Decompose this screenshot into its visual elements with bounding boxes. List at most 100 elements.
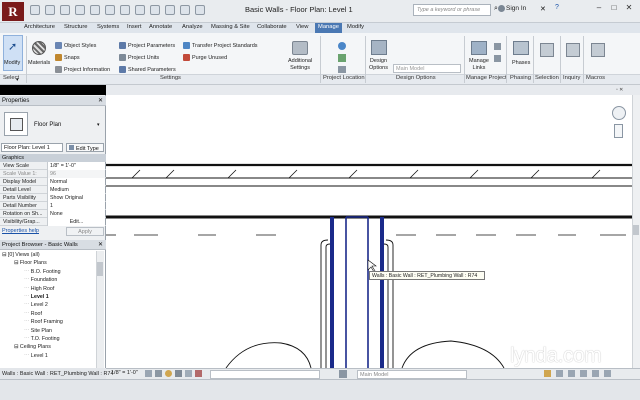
save-icon[interactable] xyxy=(45,5,55,15)
close-icon[interactable]: ✕ xyxy=(98,241,103,248)
sun-path-icon[interactable] xyxy=(165,370,172,377)
selection-icon[interactable] xyxy=(540,43,554,57)
purge-unused-button[interactable]: Purge Unused xyxy=(183,54,227,61)
design-options-button[interactable]: Design Options xyxy=(369,58,388,72)
tab-structure[interactable]: Structure xyxy=(64,24,88,30)
property-value[interactable]: 1/8" = 1'-0" xyxy=(47,162,105,170)
select-pinned-icon[interactable] xyxy=(568,370,575,377)
drag-elements-icon[interactable] xyxy=(592,370,599,377)
edit-type-button[interactable]: Edit Type xyxy=(66,143,104,152)
section-icon[interactable] xyxy=(165,5,175,15)
project-units-button[interactable]: Project Units xyxy=(119,54,159,61)
object-styles-button[interactable]: Object Styles xyxy=(55,42,96,49)
project-parameters-button[interactable]: Project Parameters xyxy=(119,42,175,49)
tag-icon[interactable] xyxy=(135,5,145,15)
materials-button[interactable]: Materials xyxy=(28,60,50,66)
tab-systems[interactable]: Systems xyxy=(97,24,119,30)
property-row[interactable]: Detail Number 1 xyxy=(0,202,106,210)
property-row[interactable]: Visibility/Grap... Edit... xyxy=(0,218,106,226)
thin-lines-icon[interactable] xyxy=(180,5,190,15)
search-input[interactable]: Type a keyword or phrase xyxy=(413,4,491,16)
position-icon[interactable] xyxy=(338,66,346,73)
dimension-icon[interactable] xyxy=(120,5,130,15)
browser-item[interactable]: ⋯ Site Plan xyxy=(24,328,52,334)
property-value[interactable]: None xyxy=(47,210,105,218)
crop-view-icon[interactable] xyxy=(185,370,192,377)
inquiry-icon[interactable] xyxy=(566,43,580,57)
restore-view-icon[interactable]: ▫ ✕ xyxy=(616,87,623,93)
type-selector[interactable]: Floor Plan: Level 1 xyxy=(1,143,63,152)
manage-images-icon[interactable] xyxy=(494,43,501,50)
editable-only-icon[interactable] xyxy=(339,370,347,378)
property-row[interactable]: Display Model Normal xyxy=(0,178,106,186)
maximize-icon[interactable]: □ xyxy=(609,3,619,13)
chevron-down-icon[interactable]: ▾ xyxy=(16,77,19,83)
browser-item[interactable]: ⋯ B.O. Footing xyxy=(24,269,61,275)
tab-manage[interactable]: Manage xyxy=(318,24,339,30)
active-workset-dropdown[interactable] xyxy=(210,370,320,379)
property-row[interactable]: Parts Visibility Show Original xyxy=(0,194,106,202)
coordinates-icon[interactable] xyxy=(338,54,346,62)
chevron-down-icon[interactable]: ▾ xyxy=(97,122,100,128)
help-icon[interactable]: ? xyxy=(555,4,559,11)
select-underlay-icon[interactable] xyxy=(556,370,563,377)
tab-annotate[interactable]: Annotate xyxy=(149,24,172,30)
browser-item[interactable]: ⋯ Roof Framing xyxy=(24,319,63,325)
browser-item[interactable]: ⋯ Roof xyxy=(24,311,42,317)
browser-scroll-thumb[interactable] xyxy=(97,262,103,276)
viewcube-icon[interactable] xyxy=(612,106,626,120)
shadows-icon[interactable] xyxy=(175,370,182,377)
select-links-icon[interactable] xyxy=(544,370,551,377)
measure-icon[interactable] xyxy=(105,5,115,15)
browser-item[interactable]: ⋯ Level 2 xyxy=(24,302,48,308)
close-icon[interactable]: ✕ xyxy=(624,3,634,13)
browser-item[interactable]: ⋯ T.O. Footing xyxy=(24,336,60,342)
property-row[interactable]: Scale Value 1: 96 xyxy=(0,170,106,178)
project-information-button[interactable]: Project Information xyxy=(55,66,110,73)
property-row[interactable]: View Scale 1/8" = 1'-0" xyxy=(0,162,106,170)
tab-view[interactable]: View xyxy=(296,24,308,30)
apply-button[interactable]: Apply xyxy=(66,227,104,236)
manage-links-button[interactable]: Manage Links xyxy=(469,58,489,72)
property-value[interactable]: Show Original xyxy=(47,194,105,202)
view-scale-selector[interactable]: 1/8" = 1'-0" xyxy=(111,370,138,376)
location-icon[interactable] xyxy=(338,42,346,50)
browser-item[interactable]: ⋯ Foundation xyxy=(24,277,57,283)
transfer-project-standards-button[interactable]: Transfer Project Standards xyxy=(183,42,258,49)
graphics-group-header[interactable]: Graphics xyxy=(0,154,106,162)
filter-icon[interactable] xyxy=(604,370,611,377)
detail-level-icon[interactable] xyxy=(145,370,152,377)
tab-insert[interactable]: Insert xyxy=(127,24,142,30)
redo-icon[interactable] xyxy=(75,5,85,15)
phases-button[interactable]: Phases xyxy=(512,60,530,66)
browser-item[interactable]: ⋯ High Roof xyxy=(24,286,54,292)
browser-item[interactable]: ⊟ Ceiling Plans xyxy=(14,344,51,350)
design-option-dropdown[interactable]: Main Model xyxy=(393,64,461,73)
browser-item[interactable]: ⊟ Floor Plans xyxy=(14,260,47,266)
additional-settings-button[interactable]: Additional Settings xyxy=(288,58,312,72)
visual-style-icon[interactable] xyxy=(155,370,162,377)
print-icon[interactable] xyxy=(90,5,100,15)
browser-item[interactable]: ⊟ [0] Views (all) xyxy=(2,252,40,258)
property-value[interactable]: Normal xyxy=(47,178,105,186)
tab-collaborate[interactable]: Collaborate xyxy=(257,24,287,30)
3d-view-icon[interactable] xyxy=(150,5,160,15)
close-hidden-icon[interactable] xyxy=(195,5,205,15)
tab-architecture[interactable]: Architecture xyxy=(24,24,55,30)
tab-modify[interactable]: Modify xyxy=(347,24,364,30)
properties-help-link[interactable]: Properties help xyxy=(2,228,39,234)
close-icon[interactable]: ✕ xyxy=(98,97,103,104)
app-menu-button[interactable]: R xyxy=(2,2,24,21)
shared-parameters-button[interactable]: Shared Parameters xyxy=(119,66,176,73)
property-value[interactable]: 1 xyxy=(47,202,105,210)
browser-item[interactable]: ⋯ Level 1 xyxy=(24,353,48,359)
drawing-canvas[interactable] xyxy=(106,95,632,369)
property-row[interactable]: Rotation on Sh... None xyxy=(0,210,106,218)
minimize-icon[interactable]: – xyxy=(594,3,604,13)
edit-visibility-button[interactable]: Edit... xyxy=(47,218,105,226)
hide-isolate-icon[interactable] xyxy=(195,370,202,377)
zoom-icon[interactable] xyxy=(614,124,623,138)
starting-view-icon[interactable] xyxy=(494,55,501,62)
undo-icon[interactable] xyxy=(60,5,70,15)
exchange-icon[interactable]: ✕ xyxy=(540,5,546,13)
